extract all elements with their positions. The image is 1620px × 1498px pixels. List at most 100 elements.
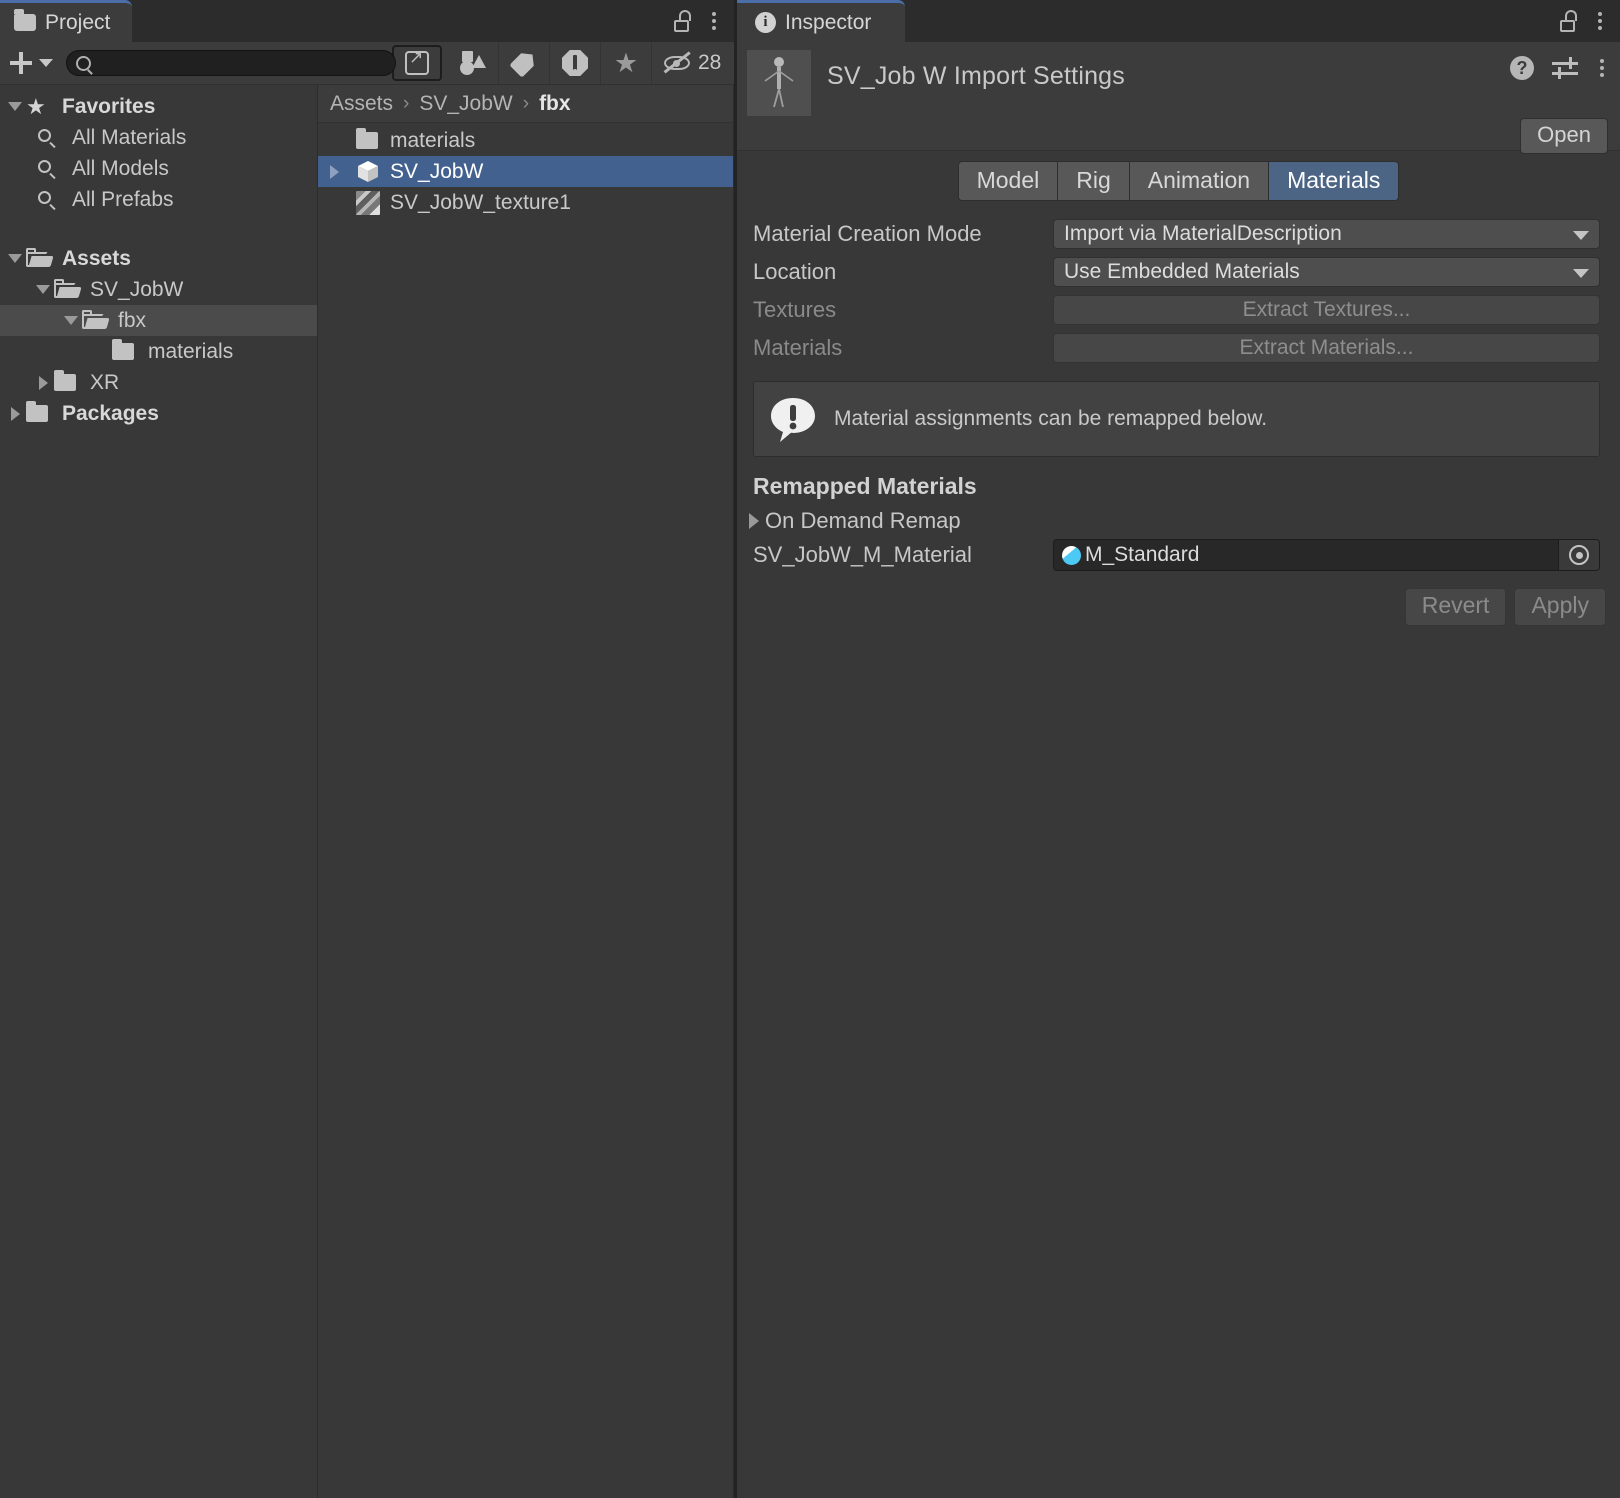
open-in-new-window-button[interactable]: [392, 45, 442, 81]
remapped-materials-heading: Remapped Materials: [753, 473, 977, 500]
tree-item-label: All Models: [72, 156, 169, 180]
filter-by-warning-button[interactable]: [549, 42, 600, 84]
tree-item-all-materials[interactable]: All Materials: [0, 122, 317, 153]
tree-item-label: fbx: [118, 308, 147, 332]
material-slot-row: SV_JobW_M_Material M_Standard: [737, 534, 1620, 576]
revert-button[interactable]: Revert: [1404, 588, 1507, 627]
tab-inspector-label: Inspector: [785, 10, 872, 34]
property-row-material-creation-mode: Material Creation Mode Import via Materi…: [737, 215, 1620, 253]
inspector-panel: i Inspector SV_Job W Import Settings ? O…: [737, 0, 1620, 1498]
material-slot-label: SV_JobW_M_Material: [753, 542, 972, 568]
kebab-menu-icon[interactable]: [708, 10, 720, 32]
kebab-menu-icon[interactable]: [1594, 10, 1606, 32]
search-input[interactable]: [95, 52, 395, 74]
chevron-right-icon[interactable]: [330, 164, 356, 179]
property-row-materials: Materials Extract Materials...: [737, 329, 1620, 367]
unlock-icon[interactable]: [1558, 10, 1578, 32]
tab-animation[interactable]: Animation: [1129, 161, 1270, 202]
breadcrumb-item-sv-jobw[interactable]: SV_JobW: [419, 92, 512, 116]
chevron-down-icon: [1573, 269, 1589, 279]
inspector-footer-buttons: Revert Apply: [737, 576, 1620, 627]
project-tree-pane: ★ Favorites All Materials All Models All…: [0, 85, 318, 1498]
tree-item-all-models[interactable]: All Models: [0, 153, 317, 184]
project-panel: Project ↗ ★ 28 ★ Favorites All Materials…: [0, 0, 737, 1498]
filter-by-label-button[interactable]: [498, 42, 549, 84]
preset-sliders-icon[interactable]: [1552, 57, 1578, 79]
hidden-count-label: 28: [698, 51, 722, 74]
star-icon: ★: [613, 47, 639, 78]
breadcrumb-item-assets[interactable]: Assets: [330, 92, 393, 116]
chevron-right-icon[interactable]: [4, 406, 26, 421]
breadcrumb-separator: ›: [522, 92, 530, 114]
breadcrumb-item-fbx[interactable]: fbx: [539, 92, 571, 116]
tree-item-label: materials: [148, 339, 234, 363]
apply-button[interactable]: Apply: [1514, 588, 1606, 627]
plus-icon: [10, 52, 32, 74]
tree-item-xr[interactable]: XR: [0, 367, 317, 398]
search-input-wrapper[interactable]: [66, 50, 396, 76]
tab-project[interactable]: Project: [0, 0, 133, 42]
tree-item-packages[interactable]: Packages: [0, 398, 317, 429]
star-icon: ★: [26, 93, 46, 119]
filter-by-favorite-button[interactable]: ★: [600, 42, 651, 84]
material-object-field[interactable]: M_Standard: [1053, 539, 1600, 572]
dropdown-value: Use Embedded Materials: [1064, 260, 1300, 284]
foldout-on-demand-remap[interactable]: On Demand Remap: [737, 500, 1620, 534]
tree-item-assets[interactable]: Assets: [0, 243, 317, 274]
chevron-right-icon: [749, 513, 759, 530]
inspector-header: SV_Job W Import Settings ? Open: [737, 42, 1620, 154]
property-label: Location: [753, 259, 837, 285]
expand-window-icon: [405, 48, 429, 75]
tree-item-all-prefabs[interactable]: All Prefabs: [0, 184, 317, 215]
folder-open-icon: [26, 248, 56, 267]
search-icon: [36, 128, 66, 148]
asset-row-sv-jobw-texture1[interactable]: SV_JobW_texture1: [318, 187, 733, 218]
tag-icon: [509, 48, 539, 78]
tree-item-sv-jobw[interactable]: SV_JobW: [0, 274, 317, 305]
foldout-label: On Demand Remap: [765, 508, 961, 534]
open-button-row: Open: [1520, 118, 1608, 154]
inspector-title-row: SV_Job W Import Settings: [737, 42, 1620, 116]
create-asset-button[interactable]: [0, 42, 66, 84]
folder-icon: [26, 401, 56, 422]
chevron-down-icon[interactable]: [4, 254, 26, 263]
object-picker-icon[interactable]: [1558, 540, 1599, 571]
open-button[interactable]: Open: [1520, 118, 1608, 154]
material-creation-mode-dropdown[interactable]: Import via MaterialDescription: [1053, 219, 1600, 250]
chevron-down-icon[interactable]: [60, 316, 82, 325]
humanoid-model-thumbnail: [747, 50, 811, 116]
tab-rig[interactable]: Rig: [1058, 161, 1130, 202]
folder-icon: [14, 9, 36, 31]
asset-row-sv-jobw[interactable]: SV_JobW: [318, 156, 733, 187]
asset-row-materials[interactable]: materials: [318, 125, 733, 156]
unlock-icon[interactable]: [672, 10, 692, 32]
tab-inspector[interactable]: i Inspector: [737, 0, 906, 42]
tree-item-materials[interactable]: materials: [0, 336, 317, 367]
search-icon: [76, 56, 91, 71]
material-object-value: M_Standard: [1085, 543, 1200, 567]
hidden-assets-toggle[interactable]: 28: [651, 42, 733, 84]
chevron-down-icon[interactable]: [32, 285, 54, 294]
model-box-icon: [356, 160, 390, 184]
tab-materials[interactable]: Materials: [1269, 161, 1400, 202]
search-icon: [36, 190, 66, 210]
extract-materials-button[interactable]: Extract Materials...: [1053, 333, 1600, 364]
chevron-down-icon[interactable]: [4, 102, 26, 111]
texture-icon: [356, 190, 390, 215]
tree-item-label: Favorites: [62, 94, 156, 118]
tree-item-fbx[interactable]: fbx: [0, 305, 317, 336]
location-dropdown[interactable]: Use Embedded Materials: [1053, 257, 1600, 288]
tab-model[interactable]: Model: [957, 161, 1059, 202]
filter-by-type-button[interactable]: [448, 42, 498, 84]
extract-textures-button[interactable]: Extract Textures...: [1053, 295, 1600, 326]
chevron-right-icon[interactable]: [32, 375, 54, 390]
tree-item-favorites[interactable]: ★ Favorites: [0, 91, 317, 122]
tree-item-label: SV_JobW: [90, 277, 184, 301]
kebab-menu-icon[interactable]: [1596, 57, 1608, 79]
inspector-tabbar: i Inspector: [737, 0, 1620, 42]
tabbar-spacer: [905, 0, 1558, 42]
project-tabbar: Project: [0, 0, 734, 42]
project-toolbar: ★ 28: [0, 42, 734, 85]
warning-icon: [562, 50, 588, 76]
help-icon[interactable]: ?: [1510, 56, 1534, 80]
